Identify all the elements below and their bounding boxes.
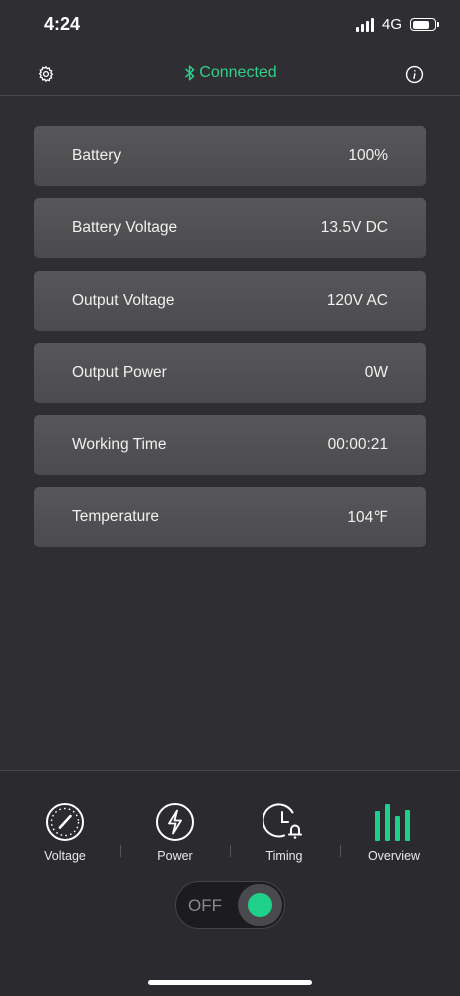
info-row-working-time: Working Time 00:00:21 xyxy=(34,415,426,476)
tab-bar: Voltage Power Timing Overview xyxy=(0,801,460,871)
info-row-output-voltage: Output Voltage 120V AC xyxy=(34,270,426,331)
connection-label: Connected xyxy=(199,64,277,81)
bars-icon xyxy=(373,801,415,843)
status-bar: 4:24 4G xyxy=(0,0,460,50)
tab-voltage[interactable]: Voltage xyxy=(20,801,110,863)
status-indicators: 4G xyxy=(355,16,439,33)
tab-label: Voltage xyxy=(44,849,86,863)
bottom-panel: Voltage Power Timing Overview OFF xyxy=(0,770,460,996)
info-row-temperature: Temperature 104℉ xyxy=(34,487,426,548)
info-row-output-power: Output Power 0W xyxy=(34,342,426,403)
info-label: Output Power xyxy=(72,363,167,381)
power-toggle[interactable]: OFF xyxy=(175,881,285,929)
tab-overview[interactable]: Overview xyxy=(349,801,439,863)
toggle-indicator xyxy=(248,893,272,917)
info-label: Temperature xyxy=(72,508,160,526)
info-label: Battery xyxy=(72,147,122,164)
toggle-knob[interactable] xyxy=(238,884,282,926)
info-value: 104℉ xyxy=(347,508,388,526)
info-label: Working Time xyxy=(72,436,167,454)
home-indicator xyxy=(148,980,312,985)
info-label: Battery Voltage xyxy=(72,219,178,237)
toggle-label: OFF xyxy=(188,896,222,915)
battery-icon xyxy=(410,18,439,31)
info-value: 120V AC xyxy=(326,291,388,309)
info-list: Battery 100% Battery Voltage 13.5V DC Ou… xyxy=(34,126,426,560)
gauge-icon xyxy=(44,801,86,843)
info-value: 100% xyxy=(348,147,388,164)
tab-label: Overview xyxy=(367,849,421,863)
status-time: 4:24 xyxy=(44,14,81,34)
bluetooth-icon xyxy=(185,65,195,81)
signal-icon xyxy=(355,17,374,32)
info-row-battery: Battery 100% xyxy=(34,126,426,186)
info-row-battery-voltage: Battery Voltage 13.5V DC xyxy=(34,198,426,259)
lightning-icon xyxy=(154,801,196,843)
connection-status: Connected xyxy=(0,64,460,82)
tab-timing[interactable]: Timing xyxy=(239,801,329,863)
tab-label: Timing xyxy=(265,849,303,863)
info-value: 0W xyxy=(364,363,388,381)
tab-label: Power xyxy=(157,849,193,863)
info-value: 13.5V DC xyxy=(320,219,388,237)
app-screen: 4:24 4G Connected Battery 100% Battery V… xyxy=(0,0,460,996)
clock-bell-icon xyxy=(263,801,305,843)
app-header: Connected xyxy=(0,52,460,96)
info-label: Output Voltage xyxy=(72,291,175,309)
info-value: 00:00:21 xyxy=(327,436,388,454)
tab-power[interactable]: Power xyxy=(130,801,220,863)
battery-fill xyxy=(412,20,430,29)
network-type: 4G xyxy=(381,16,402,33)
info-icon[interactable] xyxy=(402,62,426,86)
